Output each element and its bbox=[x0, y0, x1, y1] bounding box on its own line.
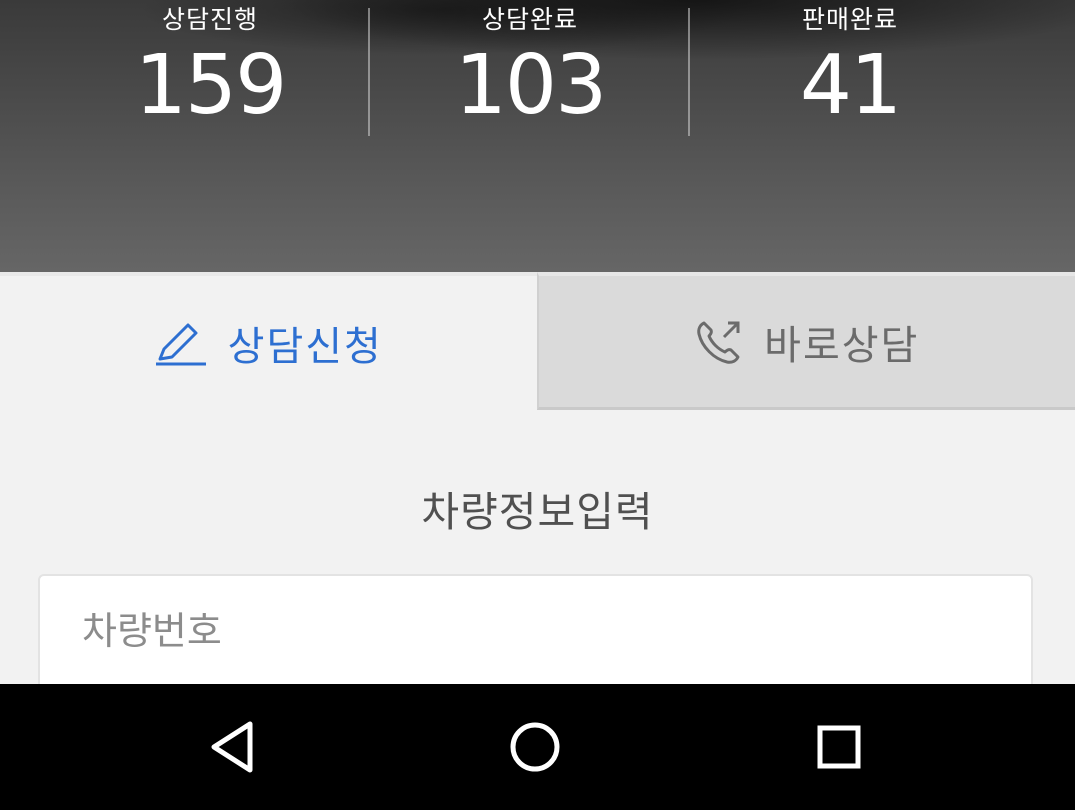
stat-completed: 상담완료 103 bbox=[370, 0, 690, 132]
tab-direct-consult[interactable]: 바로상담 bbox=[536, 272, 1075, 410]
stat-in-progress: 상담진행 159 bbox=[50, 0, 370, 132]
nav-home-button[interactable] bbox=[500, 714, 570, 784]
section-title: 차량정보입력 bbox=[421, 488, 654, 536]
tab-label: 상담신청 bbox=[227, 324, 383, 370]
home-circle-icon bbox=[508, 720, 562, 778]
car-number-input[interactable] bbox=[80, 600, 984, 662]
back-triangle-icon bbox=[208, 720, 258, 778]
stat-value: 41 bbox=[799, 38, 902, 133]
nav-recent-button[interactable] bbox=[804, 714, 874, 784]
stats-header: 상담진행 159 상담완료 103 판매완료 41 bbox=[0, 0, 1075, 272]
pencil-icon bbox=[154, 319, 208, 367]
consult-tabs: 상담신청 바로상담 bbox=[0, 272, 1075, 410]
tab-label: 바로상담 bbox=[764, 322, 920, 369]
nav-back-button[interactable] bbox=[198, 714, 268, 784]
stat-value: 159 bbox=[134, 38, 288, 133]
app-screen: 상담진행 159 상담완료 103 판매완료 41 상담신청 바로상담 차량정보… bbox=[0, 0, 1075, 810]
system-nav-bar bbox=[0, 684, 1075, 810]
tab-consult-apply[interactable]: 상담신청 bbox=[0, 272, 537, 410]
stat-label: 상담진행 bbox=[161, 5, 258, 34]
stat-value: 103 bbox=[454, 38, 608, 133]
stat-label: 판매완료 bbox=[801, 5, 898, 34]
stat-sold: 판매완료 41 bbox=[690, 0, 1010, 132]
stat-label: 상담완료 bbox=[481, 5, 578, 34]
phone-call-icon bbox=[694, 317, 744, 367]
recent-square-icon bbox=[814, 722, 864, 776]
